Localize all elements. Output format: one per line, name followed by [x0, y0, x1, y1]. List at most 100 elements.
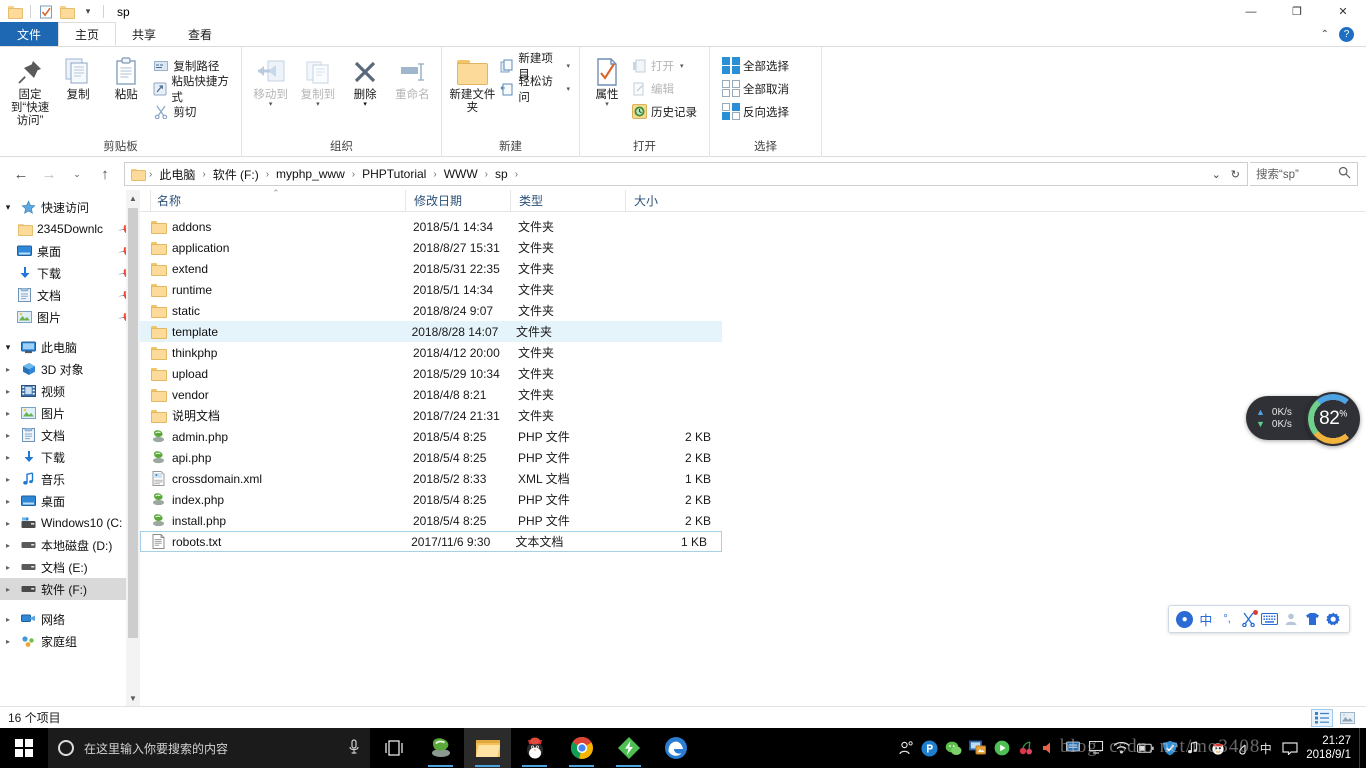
invert-selection-button[interactable]: 反向选择	[720, 101, 792, 122]
minimize-button[interactable]: —	[1228, 0, 1274, 23]
search-input[interactable]: 在这里输入你要搜索的内容	[84, 740, 228, 757]
ime-skin-icon[interactable]	[1303, 610, 1322, 629]
nav-section-this-pc[interactable]: ▾ 此电脑	[0, 336, 140, 358]
sidebar-item-pictures-pc[interactable]: ▸ 图片	[0, 402, 140, 424]
taskbar-edge[interactable]	[652, 728, 699, 768]
tab-view[interactable]: 查看	[172, 22, 228, 46]
navigation-scrollbar[interactable]: ▲ ▼	[126, 190, 140, 706]
customize-dropdown-icon[interactable]: ▾	[79, 3, 97, 21]
sidebar-item-downloads[interactable]: 下载 📌	[0, 262, 140, 284]
properties-check-icon[interactable]	[37, 3, 55, 21]
rename-button[interactable]: 重命名	[390, 51, 435, 102]
table-row[interactable]: install.php 2018/5/4 8:25 PHP 文件 2 KB	[140, 510, 1366, 531]
taskbar-chrome[interactable]	[558, 728, 605, 768]
ime-user-icon[interactable]	[1281, 610, 1300, 629]
column-header-size[interactable]: 大小	[625, 190, 725, 212]
microphone-icon[interactable]	[348, 739, 360, 758]
chevron-right-icon[interactable]: ▸	[0, 365, 16, 374]
table-row[interactable]: robots.txt 2017/11/6 9:30 文本文档 1 KB	[140, 531, 722, 552]
chevron-right-icon[interactable]: ▸	[0, 563, 16, 572]
back-button[interactable]: ←	[8, 161, 34, 187]
chevron-right-icon[interactable]: ▸	[0, 637, 16, 646]
recent-locations-button[interactable]: ⌄	[64, 161, 90, 187]
tray-wifi-icon[interactable]	[1113, 740, 1130, 757]
tray-clip-icon[interactable]	[1233, 740, 1250, 757]
chevron-down-icon[interactable]: ⌄	[1208, 168, 1225, 181]
chevron-down-icon[interactable]: ▾	[316, 102, 320, 107]
table-row[interactable]: thinkphp 2018/4/12 20:00 文件夹	[140, 342, 1366, 363]
chevron-down-icon[interactable]: ▾	[566, 85, 570, 93]
sidebar-item-documents-pc[interactable]: ▸ 文档	[0, 424, 140, 446]
sidebar-item-downloads-pc[interactable]: ▸ 下载	[0, 446, 140, 468]
chevron-down-icon[interactable]: ▾	[0, 342, 16, 353]
sidebar-item-f-drive[interactable]: ▸ 软件 (F:)	[0, 578, 140, 600]
ime-punctuation-icon[interactable]: °,	[1218, 610, 1237, 629]
chevron-down-icon[interactable]: ▾	[680, 62, 684, 70]
table-row[interactable]: application 2018/8/27 15:31 文件夹	[140, 237, 1366, 258]
forward-button[interactable]: →	[36, 161, 62, 187]
table-row[interactable]: index.php 2018/5/4 8:25 PHP 文件 2 KB	[140, 489, 1366, 510]
sidebar-item-pictures[interactable]: 图片 📌	[0, 306, 140, 328]
ime-logo-icon[interactable]: ●	[1175, 610, 1194, 629]
ime-toolbar[interactable]: ● 中 °,	[1168, 605, 1350, 633]
taskbar-search-box[interactable]: 在这里输入你要搜索的内容	[48, 728, 370, 768]
chevron-down-icon[interactable]: ▾	[0, 202, 16, 213]
sidebar-item-e-drive[interactable]: ▸ 文档 (E:)	[0, 556, 140, 578]
search-icon[interactable]	[1338, 166, 1351, 182]
tab-home[interactable]: 主页	[58, 22, 116, 46]
scroll-down-icon[interactable]: ▼	[126, 690, 140, 706]
table-row[interactable]: runtime 2018/5/1 14:34 文件夹	[140, 279, 1366, 300]
sidebar-item-d-drive[interactable]: ▸ 本地磁盘 (D:)	[0, 534, 140, 556]
move-to-button[interactable]: 移动到 ▾	[248, 51, 293, 107]
taskbar-hbuilder[interactable]	[605, 728, 652, 768]
sidebar-item-c-drive[interactable]: ▸ Windows10 (C:	[0, 512, 140, 534]
chevron-down-icon[interactable]: ▾	[269, 102, 273, 107]
column-header-type[interactable]: 类型	[510, 190, 625, 212]
table-row[interactable]: admin.php 2018/5/4 8:25 PHP 文件 2 KB	[140, 426, 1366, 447]
tray-volume-icon[interactable]	[1041, 740, 1058, 757]
tray-360-icon[interactable]	[1209, 740, 1226, 757]
sidebar-item-videos[interactable]: ▸ 视频	[0, 380, 140, 402]
paste-button[interactable]: 粘贴	[102, 51, 150, 102]
taskbar-qq[interactable]	[511, 728, 558, 768]
up-button[interactable]: ↑	[92, 161, 118, 187]
tray-monitor-icon[interactable]	[1089, 740, 1106, 757]
chevron-right-icon[interactable]: ▸	[0, 387, 16, 396]
table-row[interactable]: 说明文档 2018/7/24 21:31 文件夹	[140, 405, 1366, 426]
chevron-right-icon[interactable]: ▸	[0, 431, 16, 440]
ime-chinese-mode-icon[interactable]: 中	[1196, 610, 1215, 629]
tray-pycharm-icon[interactable]	[921, 740, 938, 757]
scroll-up-icon[interactable]: ▲	[126, 190, 140, 206]
chevron-down-icon[interactable]: ▾	[566, 62, 570, 70]
tray-tencent-shield-icon[interactable]	[1161, 740, 1178, 757]
chevron-right-icon[interactable]: ▸	[0, 475, 16, 484]
cut-button[interactable]: 剪切	[150, 101, 235, 122]
new-folder-button[interactable]: 新建文件夹	[448, 51, 497, 115]
help-icon[interactable]: ?	[1339, 27, 1354, 42]
tray-sound-icon[interactable]	[1185, 740, 1202, 757]
table-row[interactable]: static 2018/8/24 9:07 文件夹	[140, 300, 1366, 321]
folder-icon[interactable]	[6, 3, 24, 21]
chevron-right-icon[interactable]: ▸	[0, 615, 16, 624]
close-button[interactable]: ✕	[1320, 0, 1366, 23]
tray-pic-tool-icon[interactable]	[969, 740, 986, 757]
chevron-right-icon[interactable]: ▸	[0, 497, 16, 506]
nav-section-quick-access[interactable]: ▾ 快速访问	[0, 196, 140, 218]
breadcrumb-item-1[interactable]: 软件 (F:)	[208, 164, 264, 185]
breadcrumb-item-5[interactable]: sp	[490, 165, 513, 183]
start-button[interactable]	[0, 728, 48, 768]
breadcrumb[interactable]: › 此电脑 › 软件 (F:) › myphp_www › PHPTutoria…	[124, 162, 1248, 186]
table-row[interactable]: crossdomain.xml 2018/5/2 8:33 XML 文档 1 K…	[140, 468, 1366, 489]
tray-cherry-icon[interactable]	[1017, 740, 1034, 757]
sidebar-item-desktop[interactable]: 桌面 📌	[0, 240, 140, 262]
tray-notification-icon[interactable]	[1281, 740, 1298, 757]
sidebar-item-desktop-pc[interactable]: ▸ 桌面	[0, 490, 140, 512]
taskbar-explorer[interactable]	[464, 728, 511, 768]
chevron-down-icon[interactable]: ▾	[363, 102, 367, 107]
table-row[interactable]: upload 2018/5/29 10:34 文件夹	[140, 363, 1366, 384]
tray-network-icon[interactable]	[1065, 740, 1082, 757]
ime-screenshot-icon[interactable]	[1239, 610, 1258, 629]
copy-to-button[interactable]: 复制到 ▾	[295, 51, 340, 107]
select-all-button[interactable]: 全部选择	[720, 55, 792, 76]
open-button[interactable]: 打开 ▾	[628, 55, 700, 76]
